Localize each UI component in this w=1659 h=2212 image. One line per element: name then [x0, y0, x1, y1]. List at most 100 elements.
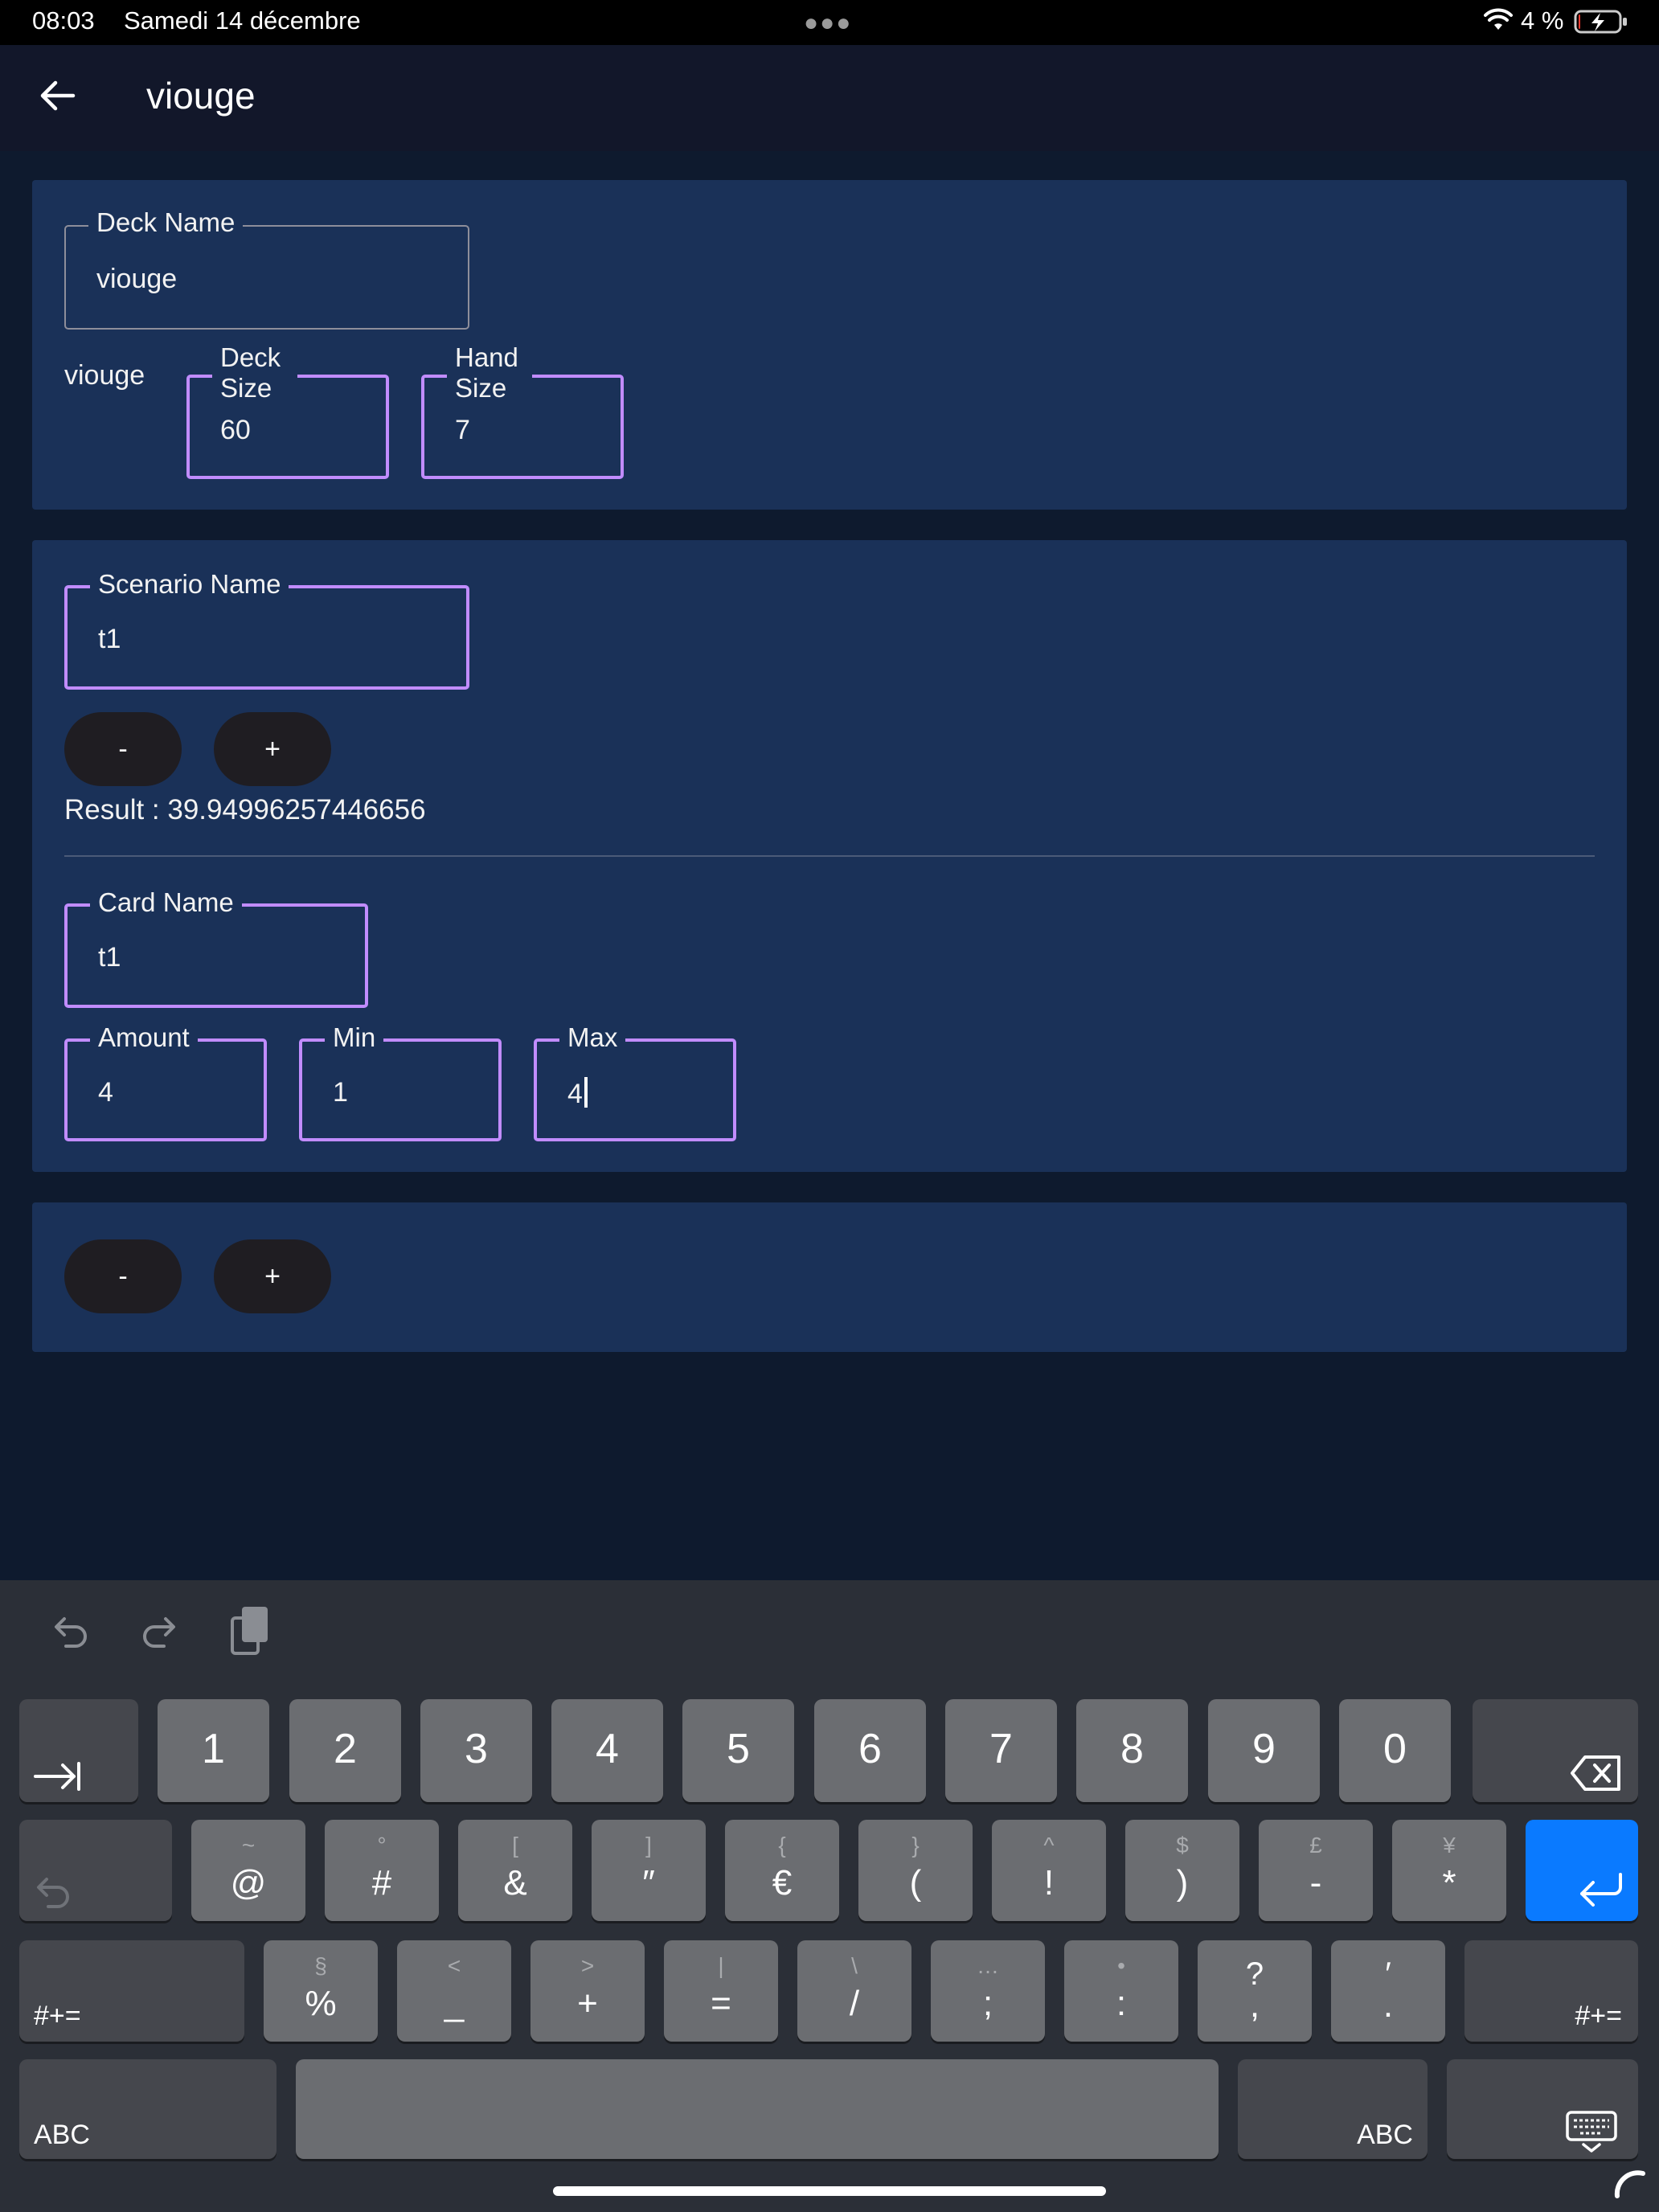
text-caret [584, 1077, 588, 1108]
key-underscore-alt: < [447, 1953, 461, 1978]
key-plus-label: + [577, 1984, 598, 2023]
battery-charging-icon [1574, 10, 1627, 34]
key-period[interactable]: ′. [1331, 1940, 1445, 2042]
key-5[interactable]: 5 [682, 1699, 794, 1802]
dismiss-keyboard-key[interactable] [1447, 2059, 1638, 2159]
hand-size-input[interactable]: 7 [455, 415, 470, 446]
key-exclamation-alt: ^ [1043, 1833, 1055, 1858]
card-name-input[interactable]: t1 [98, 942, 121, 973]
dictation-corner-icon[interactable] [1611, 2169, 1649, 2201]
abc-label-left: ABC [34, 2120, 90, 2150]
key-at[interactable]: ~ @ [191, 1820, 305, 1921]
home-indicator[interactable] [553, 2186, 1106, 2196]
key-quote[interactable]: ] ″ [592, 1820, 706, 1921]
min-field[interactable]: Min 1 [299, 1022, 502, 1141]
key-hash[interactable]: ° # [325, 1820, 439, 1921]
key-euro[interactable]: {€ [725, 1820, 839, 1921]
key-slash-label: / [849, 1984, 860, 2023]
max-input[interactable]: 4 [567, 1077, 588, 1110]
hand-size-label: Hand Size [447, 342, 532, 403]
key-plus-alt: > [580, 1953, 595, 1978]
key-semicolon[interactable]: …; [931, 1940, 1045, 2042]
abc-key-right[interactable]: ABC [1238, 2059, 1428, 2159]
deck-size-input[interactable]: 60 [220, 415, 251, 446]
scenario-name-input[interactable]: t1 [98, 624, 121, 655]
key-6[interactable]: 6 [814, 1699, 926, 1802]
key-paren-open[interactable]: }( [858, 1820, 973, 1921]
min-input[interactable]: 1 [333, 1077, 348, 1108]
key-ampersand-alt: [ [512, 1833, 518, 1858]
key-paren-close-alt: $ [1176, 1833, 1189, 1858]
key-asterisk[interactable]: ¥ * [1392, 1820, 1506, 1921]
key-7-label: 7 [989, 1726, 1013, 1772]
wifi-icon [1484, 8, 1513, 30]
key-0[interactable]: 0 [1339, 1699, 1451, 1802]
key-colon-label: : [1116, 1984, 1127, 2023]
amount-input[interactable]: 4 [98, 1077, 113, 1108]
symbols-shift-label-left: #+= [34, 2001, 81, 2031]
key-9[interactable]: 9 [1208, 1699, 1320, 1802]
key-slash[interactable]: \ / [797, 1940, 911, 2042]
key-plus[interactable]: > + [530, 1940, 645, 2042]
hand-size-field[interactable]: Hand Size 7 [421, 342, 624, 479]
key-equals-alt: | [718, 1953, 724, 1978]
key-dash[interactable]: £ - [1259, 1820, 1373, 1921]
return-key[interactable] [1526, 1820, 1638, 1921]
add-button[interactable]: + [214, 1239, 331, 1313]
key-1[interactable]: 1 [158, 1699, 269, 1802]
key-paren-close[interactable]: $) [1125, 1820, 1239, 1921]
key-ampersand[interactable]: [& [458, 1820, 572, 1921]
deck-display-name: viouge [64, 360, 145, 391]
card-name-field[interactable]: Card Name t1 [64, 887, 368, 1008]
deck-size-field[interactable]: Deck Size 60 [186, 342, 389, 479]
amount-field[interactable]: Amount 4 [64, 1022, 267, 1141]
key-7[interactable]: 7 [945, 1699, 1057, 1802]
deck-name-label: Deck Name [88, 207, 244, 238]
redo-icon[interactable] [135, 1608, 186, 1659]
key-asterisk-alt: ¥ [1443, 1833, 1456, 1858]
key-underscore[interactable]: < _ [397, 1940, 511, 2042]
key-comma[interactable]: ?, [1198, 1940, 1312, 2042]
key-underscore-label: _ [444, 1984, 465, 2023]
key-euro-label: € [772, 1863, 793, 1903]
back-button[interactable] [29, 68, 85, 124]
key-percent[interactable]: §% [264, 1940, 378, 2042]
key-colon[interactable]: •: [1064, 1940, 1178, 2042]
paste-icon[interactable] [225, 1604, 276, 1656]
multitasking-dots-icon[interactable]: ●●● [804, 10, 852, 37]
key-8[interactable]: 8 [1076, 1699, 1188, 1802]
key-3[interactable]: 3 [420, 1699, 532, 1802]
abc-key-left[interactable]: ABC [19, 2059, 276, 2159]
undo-arrow-icon [37, 1878, 69, 1908]
deck-name-input[interactable]: viouge [96, 264, 177, 295]
key-euro-alt: { [778, 1833, 786, 1858]
space-key[interactable] [296, 2059, 1219, 2159]
undo-icon[interactable] [43, 1608, 95, 1659]
key-percent-label: % [305, 1984, 337, 2023]
key-semicolon-label: ; [982, 1984, 993, 2023]
key-hash-alt: ° [377, 1833, 387, 1858]
keyboard-dismiss-icon [1566, 2111, 1617, 2153]
add-scenario-button[interactable]: + [214, 712, 331, 786]
tab-key[interactable] [19, 1699, 138, 1802]
key-3-label: 3 [465, 1726, 488, 1772]
scenario-name-field[interactable]: Scenario Name t1 [64, 569, 469, 690]
key-equals-label: = [711, 1984, 731, 2023]
remove-scenario-button[interactable]: - [64, 712, 182, 786]
key-exclamation[interactable]: ^! [992, 1820, 1106, 1921]
key-4[interactable]: 4 [551, 1699, 663, 1802]
max-field[interactable]: Max 4 [534, 1022, 736, 1141]
symbols-shift-key-right[interactable]: #+= [1464, 1940, 1638, 2042]
key-2[interactable]: 2 [289, 1699, 401, 1802]
amount-label: Amount [90, 1022, 198, 1053]
battery-percent: 4 % [1521, 6, 1564, 35]
remove-button[interactable]: - [64, 1239, 182, 1313]
key-9-label: 9 [1252, 1726, 1276, 1772]
undo-key[interactable] [19, 1820, 172, 1921]
key-equals[interactable]: | = [664, 1940, 778, 2042]
symbols-shift-key-left[interactable]: #+= [19, 1940, 244, 2042]
deck-name-field[interactable]: Deck Name viouge [64, 207, 469, 330]
delete-key[interactable] [1473, 1699, 1638, 1802]
key-8-label: 8 [1120, 1726, 1144, 1772]
max-label: Max [559, 1022, 626, 1053]
